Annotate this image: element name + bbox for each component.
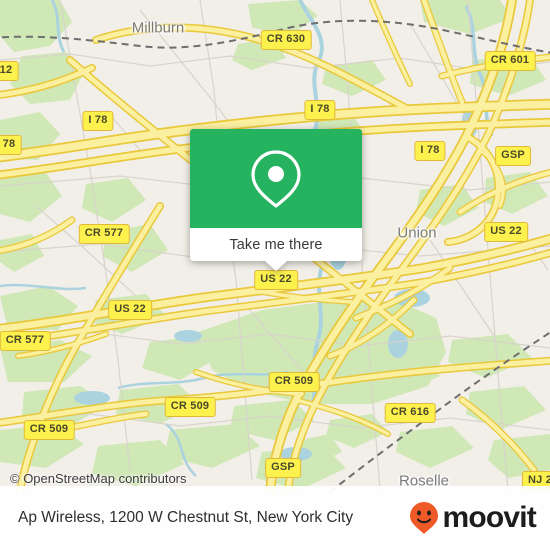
- road-shield-cr-577: CR 577: [78, 224, 130, 244]
- road-shield-cr-577: CR 577: [0, 331, 51, 351]
- osm-attribution: © OpenStreetMap contributors: [10, 471, 187, 486]
- moovit-logo[interactable]: moovit: [409, 501, 537, 535]
- road-shield-us-22: US 22: [484, 222, 528, 242]
- popup-footer[interactable]: Take me there: [190, 228, 362, 261]
- road-shield-cr-512: 12: [0, 61, 19, 81]
- popup-header: [190, 129, 362, 228]
- popup-pointer: [265, 261, 287, 271]
- map-popup-card[interactable]: Take me there: [190, 129, 362, 271]
- road-shield-cr-630: CR 630: [260, 30, 312, 50]
- road-shield-us-22: US 22: [108, 300, 152, 320]
- moovit-smiley-pin-icon: [410, 502, 439, 534]
- road-shield-gsp: GSP: [265, 458, 301, 478]
- road-shield-i-78: I 78: [414, 141, 446, 161]
- road-shield-cr-509: CR 509: [268, 372, 320, 392]
- road-shield-cr-601: CR 601: [484, 51, 536, 71]
- road-shield-gsp: GSP: [495, 146, 531, 166]
- road-shield-us-22: US 22: [254, 270, 298, 290]
- map-pin-icon: [251, 149, 301, 208]
- road-shield-i-78: 78: [0, 135, 22, 155]
- road-shield-i-78: I 78: [82, 111, 114, 131]
- road-shield-cr-616: CR 616: [384, 403, 436, 423]
- moovit-wordmark: moovit: [442, 501, 536, 534]
- address-label: Ap Wireless, 1200 W Chestnut St, New Yor…: [18, 509, 354, 526]
- place-label: Millburn: [131, 19, 185, 37]
- take-me-there-label: Take me there: [229, 236, 323, 253]
- place-label: Union: [397, 224, 437, 242]
- road-shield-cr-509: CR 509: [164, 397, 216, 417]
- map-screenshot: Millburn Union Roselle CR 630 CR 601 12 …: [0, 0, 550, 550]
- bottom-info-bar: Ap Wireless, 1200 W Chestnut St, New Yor…: [0, 486, 550, 550]
- road-shield-cr-509: CR 509: [23, 420, 75, 440]
- road-shield-i-78: I 78: [304, 100, 336, 120]
